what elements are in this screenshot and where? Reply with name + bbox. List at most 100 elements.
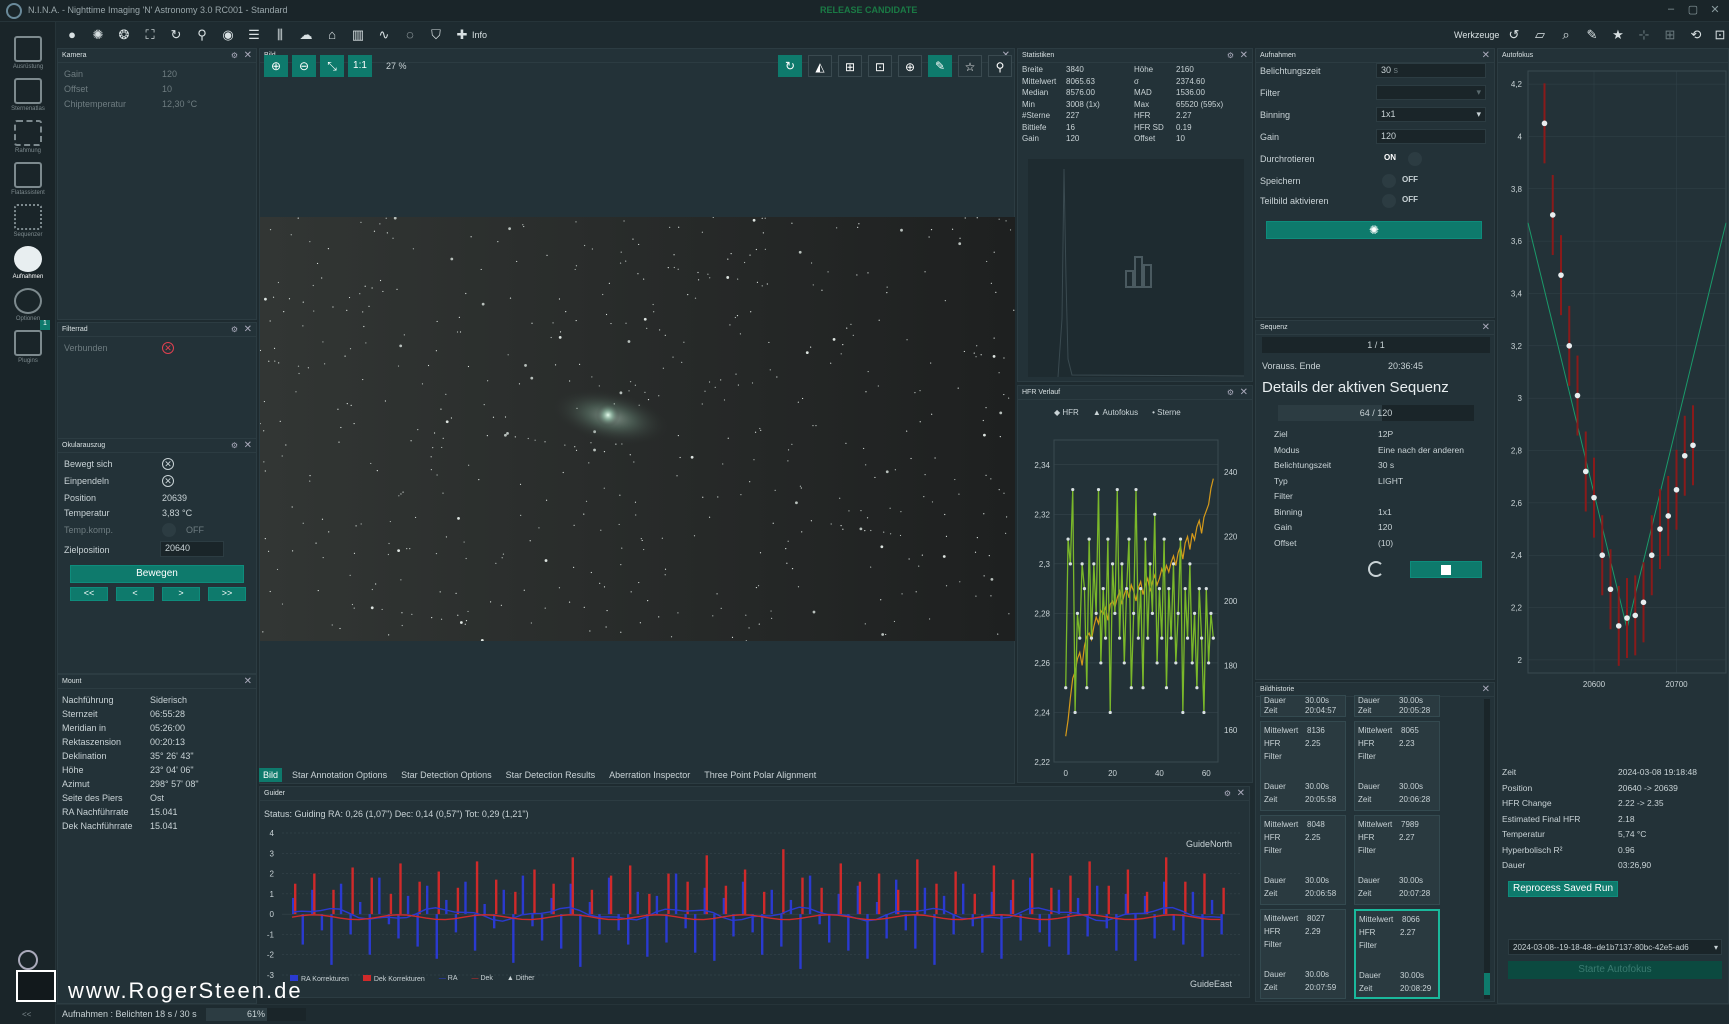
close-icon[interactable]: ✕ [244,324,252,335]
pin-icon[interactable]: ⚙ [1224,789,1231,798]
debayer-icon[interactable]: ✎ [928,55,952,77]
history-thumbnail[interactable]: Mittelwert 8065 HFR 2.23 Filter Dauer 30.00s Ze… [1354,721,1440,811]
history-thumbnail[interactable]: Mittelwert 8027 HFR 2.29 Filter Dauer 30.00s Ze… [1260,909,1346,999]
ruler-icon[interactable]: ▱ [1532,27,1548,43]
star-detect-icon[interactable]: ☆ [958,55,982,77]
plugin-icon[interactable]: ✚ [454,27,470,43]
target-icon[interactable]: ◉ [220,27,236,43]
tab-3[interactable]: Star Detection Results [502,768,600,782]
auto-stretch-icon[interactable]: ↻ [778,55,802,77]
tab-1[interactable]: Star Annotation Options [288,768,391,782]
pin-icon[interactable]: ⚙ [231,325,238,334]
info-label[interactable]: Info [472,30,487,40]
legend-hfr[interactable]: ◆ HFR [1054,408,1079,417]
subframe-toggle[interactable]: OFF [1402,195,1438,207]
capture-button[interactable]: ✺ [1266,221,1482,239]
weather-icon[interactable]: ☁ [298,27,314,43]
stop-button[interactable] [1410,561,1482,578]
close-icon[interactable]: ✕ [1237,788,1245,799]
history-thumbnail[interactable]: Mittelwert 8066 HFR 2.27 Filter Dauer 30.00s Ze… [1354,909,1440,999]
thumb-value: 30.00s [1305,696,1330,705]
aperture-icon[interactable]: ✺ [90,27,106,43]
astro-image[interactable] [260,217,1015,641]
pin-icon[interactable]: ⚙ [231,441,238,450]
one-to-one-button[interactable]: 1:1 [348,55,372,77]
zoom-out-icon[interactable]: ⊖ [292,55,316,77]
search-icon[interactable]: ⌕ [1558,27,1574,43]
layout-icon[interactable]: ⊡ [1712,27,1728,43]
pin-icon[interactable]: ⚙ [1227,51,1234,60]
history-thumbnail[interactable]: Mittelwert 7989 HFR 2.27 Filter Dauer 30.00s Ze… [1354,815,1440,905]
telescope-icon[interactable]: ⚲ [194,27,210,43]
start-autofocus-button[interactable]: Starte Autofokus [1508,961,1722,979]
flip-icon[interactable]: ◭ [808,55,832,77]
history-thumbnail[interactable]: Mittelwert 8048 HFR 2.25 Filter Dauer 30.00s Ze… [1260,815,1346,905]
filterwheel-icon[interactable]: ❂ [116,27,132,43]
pin-icon[interactable]: ⚙ [1227,388,1234,397]
filter-select[interactable]: ▾ [1376,85,1486,100]
star-icon[interactable]: ★ [1610,27,1626,43]
legend-autofocus[interactable]: ▲ Autofokus [1093,408,1138,417]
run-select[interactable]: 2024-03-08--19-18-48--de1b7137-80bc-42e5… [1508,939,1722,955]
collapse-icon[interactable]: << [22,1010,31,1019]
rotator-icon[interactable]: ↻ [168,27,184,43]
dec-correction-bar [1011,879,1015,915]
sidebar-item-plugins[interactable]: Plugins [0,322,56,404]
grid-icon[interactable]: ⊞ [838,55,862,77]
pin-icon[interactable]: ⚙ [231,51,238,60]
exposure-input[interactable]: 30 s [1376,63,1486,78]
hfr-tool-icon[interactable]: ⊹ [1636,27,1652,43]
history-thumbnail[interactable]: Dauer 30.00s Zeit 20:05:28 [1354,695,1440,717]
plate-solve-icon[interactable]: ⚲ [988,55,1012,77]
switch-icon[interactable]: ⫼ [272,27,288,43]
close-icon[interactable]: ✕ [244,50,252,61]
close-icon[interactable]: ✕ [1706,3,1724,19]
capture-icon[interactable]: ● [64,27,80,43]
close-icon[interactable]: ✕ [1482,684,1490,695]
close-icon[interactable]: ✕ [1482,50,1490,61]
chart-icon[interactable]: ▥ [350,27,366,43]
legend-stars[interactable]: • Sterne [1152,408,1181,417]
safety-icon[interactable]: ⛉ [428,27,444,43]
gain-input[interactable]: 120 [1376,129,1486,144]
history-scrollbar[interactable] [1484,699,1490,999]
target-position-input[interactable]: 20640 [160,541,224,557]
close-icon[interactable]: ✕ [1240,387,1248,398]
scrollbar-thumb[interactable] [1484,973,1490,995]
flip-icon[interactable]: ↺ [1506,27,1522,43]
focus-icon[interactable]: ⛶ [142,27,158,43]
guider-icon[interactable]: ∿ [376,27,392,43]
step-back-large-button[interactable]: << [70,587,108,601]
zoom-in-icon[interactable]: ⊕ [264,55,288,77]
binning-select[interactable]: 1x1 ▾ [1376,107,1486,122]
tab-0[interactable]: Bild [259,768,283,782]
maximize-icon[interactable]: ▢ [1684,3,1702,19]
close-icon[interactable]: ✕ [1482,322,1490,333]
step-back-button[interactable]: < [116,587,154,601]
history-icon[interactable]: ⟲ [1688,27,1704,43]
tempcomp-toggle[interactable] [162,523,176,537]
power-icon[interactable] [18,950,38,970]
close-icon[interactable]: ✕ [1240,50,1248,61]
tab-2[interactable]: Star Detection Options [397,768,496,782]
brush-icon[interactable]: ✎ [1584,27,1600,43]
grid-icon[interactable]: ⊞ [1662,27,1678,43]
minimize-icon[interactable]: – [1662,3,1680,19]
reprocess-button[interactable]: Reprocess Saved Run [1508,881,1618,897]
history-thumbnail[interactable]: Mittelwert 8136 HFR 2.25 Filter Dauer 30.00s Ze… [1260,721,1346,811]
move-button[interactable]: Bewegen [70,565,244,583]
step-forward-large-button[interactable]: >> [208,587,246,601]
close-icon[interactable]: ✕ [244,440,252,451]
step-forward-button[interactable]: > [162,587,200,601]
target-icon[interactable]: ⊕ [898,55,922,77]
save-toggle[interactable]: OFF [1402,175,1438,187]
history-thumbnail[interactable]: Dauer 30.00s Zeit 20:04:57 [1260,695,1346,717]
bulb-icon[interactable]: ◌ [402,27,418,43]
close-icon[interactable]: ✕ [244,676,252,687]
list-icon[interactable]: ☰ [246,27,262,43]
tab-5[interactable]: Three Point Polar Alignment [700,768,820,782]
crosshair-icon[interactable]: ⊡ [868,55,892,77]
dome-icon[interactable]: ⌂ [324,27,340,43]
fit-icon[interactable]: ⤡ [320,55,344,77]
tab-4[interactable]: Aberration Inspector [605,768,694,782]
